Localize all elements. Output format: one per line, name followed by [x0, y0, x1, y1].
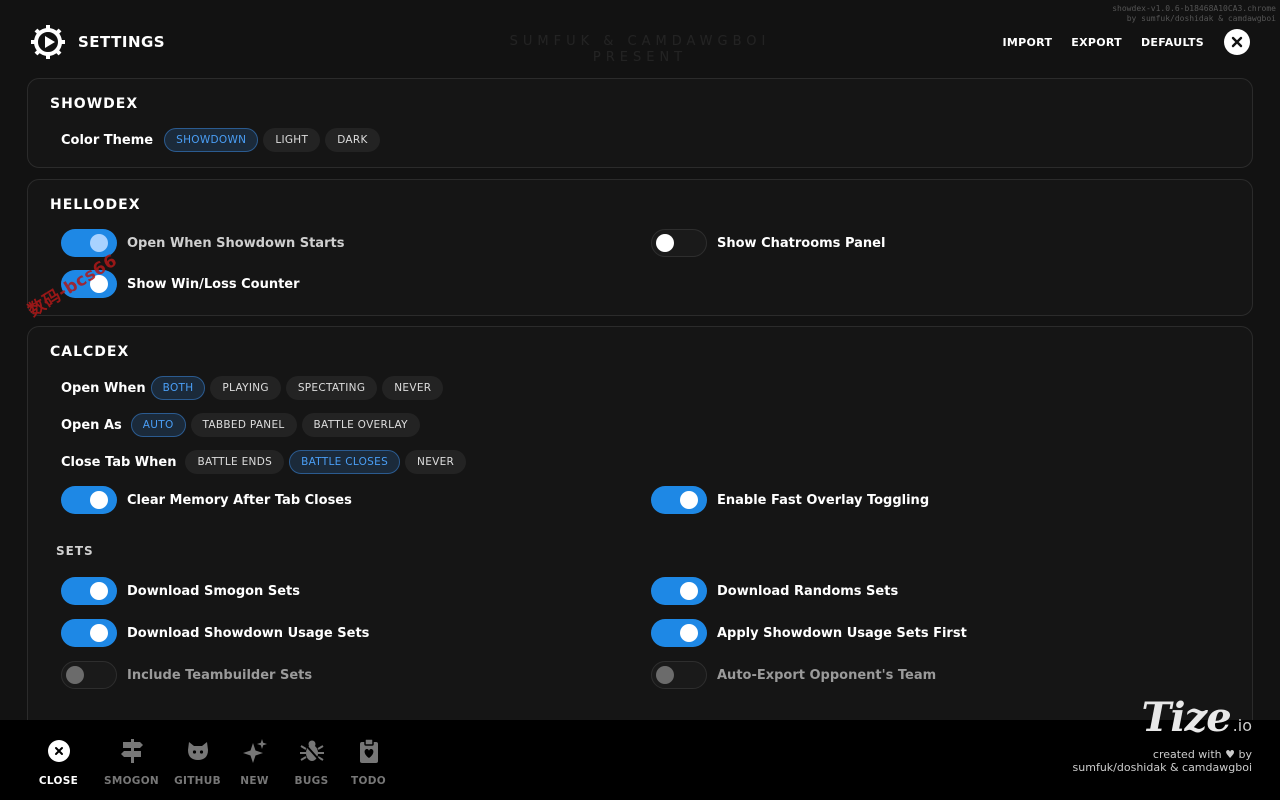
sparkle-icon — [243, 739, 267, 763]
footer-nav: CLOSE SMOGON GITHUB — [30, 738, 397, 787]
tize-logo-text: Tize — [1142, 694, 1231, 741]
open-when-option-spectating[interactable]: SPECTATING — [286, 376, 377, 400]
footer-smogon-button[interactable]: SMOGON — [103, 738, 160, 787]
toggle-switch[interactable] — [61, 577, 117, 605]
toggle-switch[interactable] — [61, 661, 117, 689]
showdex-panel: SHOWDEX Color Theme SHOWDOWN LIGHT DARK — [27, 78, 1253, 168]
settings-gear-icon — [30, 24, 66, 60]
open-as-option-auto[interactable]: AUTO — [131, 413, 186, 437]
import-button[interactable]: IMPORT — [1003, 36, 1053, 49]
open-when-row: Open When BOTH PLAYING SPECTATING NEVER — [61, 376, 443, 400]
footer-bugs-button[interactable]: BUGS — [283, 738, 340, 787]
toggle-label: Enable Fast Overlay Toggling — [717, 493, 929, 508]
credit-line-2: sumfuk/doshidak & camdawgboi — [1073, 761, 1252, 774]
toggle-label: Show Chatrooms Panel — [717, 236, 885, 251]
hellodex-title: HELLODEX — [50, 197, 141, 213]
close-tab-when-row: Close Tab When BATTLE ENDS BATTLE CLOSES… — [61, 450, 466, 474]
showdex-title: SHOWDEX — [50, 96, 138, 112]
signpost-icon — [121, 739, 143, 763]
toggle-label: Download Smogon Sets — [127, 584, 300, 599]
calcdex-panel: CALCDEX Open When BOTH PLAYING SPECTATIN… — [27, 326, 1253, 736]
color-theme-row: Color Theme SHOWDOWN LIGHT DARK — [61, 128, 380, 152]
footer-new-label: NEW — [240, 775, 268, 787]
credits: created with ♥ by sumfuk/doshidak & camd… — [1073, 748, 1252, 774]
toggle-fast-overlay: Enable Fast Overlay Toggling — [651, 486, 929, 514]
toggle-download-smogon-sets: Download Smogon Sets — [61, 577, 300, 605]
page-title: SETTINGS — [78, 33, 165, 51]
toggle-apply-showdown-usage-sets-first: Apply Showdown Usage Sets First — [651, 619, 967, 647]
toggle-auto-export-opponent-team: Auto-Export Opponent's Team — [651, 661, 936, 689]
footer-bar: CLOSE SMOGON GITHUB — [0, 720, 1280, 800]
tize-logo-suffix: .io — [1233, 716, 1252, 735]
calcdex-title: CALCDEX — [50, 344, 129, 360]
open-as-option-tabbed-panel[interactable]: TABBED PANEL — [191, 413, 297, 437]
toggle-show-chatrooms-panel: Show Chatrooms Panel — [651, 229, 885, 257]
defaults-button[interactable]: DEFAULTS — [1141, 36, 1204, 49]
footer-github-button[interactable]: GITHUB — [169, 738, 226, 787]
header-actions: IMPORT EXPORT DEFAULTS — [984, 29, 1250, 55]
credit-line-1: created with ♥ by — [1073, 748, 1252, 761]
toggle-switch[interactable] — [651, 619, 707, 647]
footer-todo-label: TODO — [351, 775, 386, 787]
close-tab-when-label: Close Tab When — [61, 455, 176, 470]
color-theme-label: Color Theme — [61, 133, 153, 148]
close-tab-option-battle-ends[interactable]: BATTLE ENDS — [185, 450, 284, 474]
open-as-option-battle-overlay[interactable]: BATTLE OVERLAY — [302, 413, 420, 437]
version-label: showdex-v1.0.6-b18468A10CA3.chrome by su… — [1112, 4, 1276, 24]
close-icon — [1231, 36, 1243, 48]
footer-close-button[interactable]: CLOSE — [30, 738, 87, 787]
export-button[interactable]: EXPORT — [1071, 36, 1122, 49]
hellodex-panel: HELLODEX Open When Showdown Starts Show … — [27, 179, 1253, 316]
footer-new-button[interactable]: NEW — [226, 738, 283, 787]
toggle-download-showdown-usage-sets: Download Showdown Usage Sets — [61, 619, 369, 647]
bug-icon — [300, 739, 324, 763]
toggle-switch[interactable] — [61, 486, 117, 514]
open-as-row: Open As AUTO TABBED PANEL BATTLE OVERLAY — [61, 413, 420, 437]
close-tab-option-battle-closes[interactable]: BATTLE CLOSES — [289, 450, 400, 474]
open-as-label: Open As — [61, 418, 122, 433]
theme-option-dark[interactable]: DARK — [325, 128, 379, 152]
toggle-label: Show Win/Loss Counter — [127, 277, 300, 292]
close-tab-option-never[interactable]: NEVER — [405, 450, 466, 474]
toggle-label: Clear Memory After Tab Closes — [127, 493, 352, 508]
toggle-label: Include Teambuilder Sets — [127, 668, 312, 683]
toggle-label: Auto-Export Opponent's Team — [717, 668, 936, 683]
open-when-option-never[interactable]: NEVER — [382, 376, 443, 400]
toggle-switch[interactable] — [61, 619, 117, 647]
toggle-label: Download Randoms Sets — [717, 584, 898, 599]
toggle-label: Download Showdown Usage Sets — [127, 626, 369, 641]
toggle-switch[interactable] — [651, 229, 707, 257]
open-when-label: Open When — [61, 381, 146, 396]
toggle-label: Open When Showdown Starts — [127, 236, 344, 251]
settings-header: SETTINGS IMPORT EXPORT DEFAULTS — [30, 22, 1250, 62]
open-when-option-both[interactable]: BOTH — [151, 376, 206, 400]
toggle-switch[interactable] — [651, 577, 707, 605]
toggle-switch[interactable] — [651, 486, 707, 514]
sets-subtitle: SETS — [56, 544, 94, 558]
close-icon — [48, 740, 70, 762]
toggle-switch[interactable] — [651, 661, 707, 689]
toggle-include-teambuilder-sets: Include Teambuilder Sets — [61, 661, 312, 689]
close-settings-button[interactable] — [1224, 29, 1250, 55]
footer-close-label: CLOSE — [39, 775, 78, 787]
toggle-clear-memory: Clear Memory After Tab Closes — [61, 486, 352, 514]
tize-logo[interactable]: Tize.io — [1142, 694, 1252, 741]
open-when-option-playing[interactable]: PLAYING — [210, 376, 280, 400]
footer-bugs-label: BUGS — [295, 775, 329, 787]
github-icon — [186, 740, 210, 762]
toggle-download-randoms-sets: Download Randoms Sets — [651, 577, 898, 605]
footer-todo-button[interactable]: TODO — [340, 738, 397, 787]
clipboard-icon — [359, 739, 379, 763]
footer-smogon-label: SMOGON — [104, 775, 159, 787]
footer-github-label: GITHUB — [174, 775, 221, 787]
theme-option-light[interactable]: LIGHT — [263, 128, 320, 152]
toggle-label: Apply Showdown Usage Sets First — [717, 626, 967, 641]
theme-option-showdown[interactable]: SHOWDOWN — [164, 128, 258, 152]
